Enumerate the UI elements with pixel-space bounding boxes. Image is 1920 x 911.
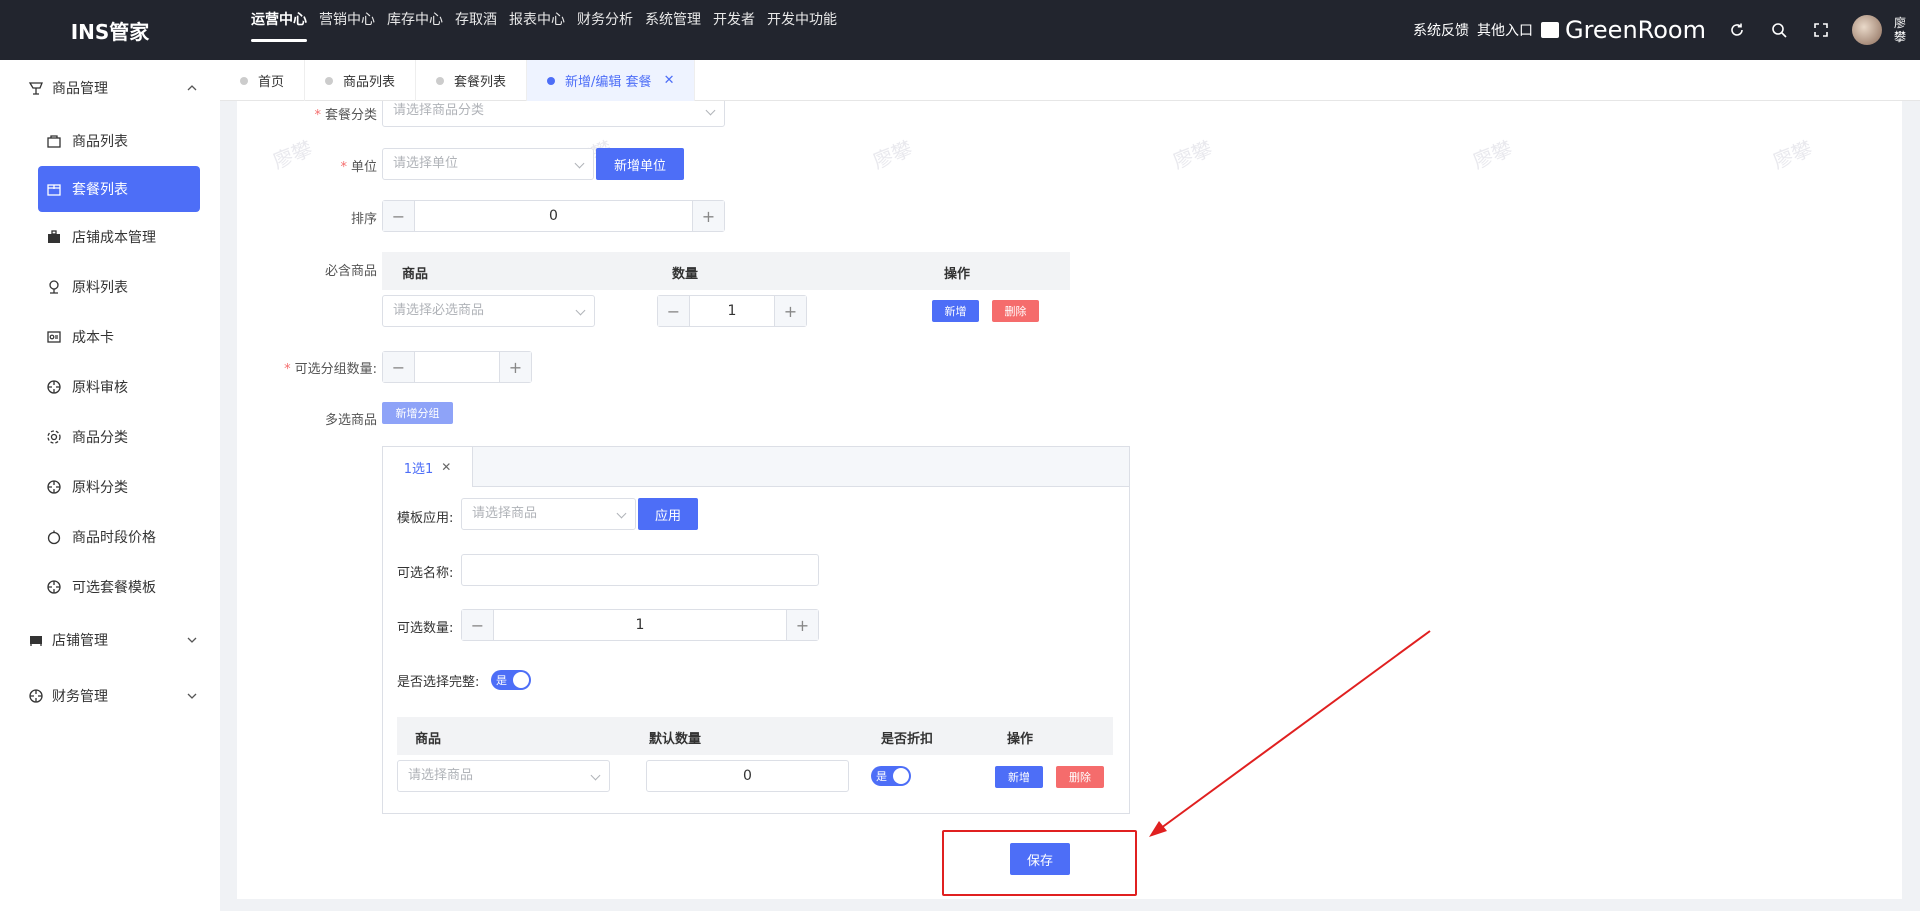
apple-icon bbox=[47, 530, 61, 545]
nav-developer[interactable]: 开发者 bbox=[707, 0, 761, 40]
search-icon[interactable] bbox=[1768, 19, 1790, 41]
chevron-down-icon bbox=[187, 693, 197, 699]
sidebar-item-time-price[interactable]: 商品时段价格 bbox=[0, 512, 220, 562]
sidebar-item-label: 商品列表 bbox=[72, 134, 128, 150]
nav-reports[interactable]: 报表中心 bbox=[503, 0, 571, 40]
sidebar-group-store[interactable]: 店铺管理 bbox=[0, 612, 220, 668]
target-icon bbox=[47, 480, 61, 494]
store-icon bbox=[30, 636, 42, 646]
app-logo[interactable]: INS管家 bbox=[0, 0, 220, 60]
tab-label: 首页 bbox=[258, 75, 285, 90]
sidebar-item-material-category[interactable]: 原料分类 bbox=[0, 462, 220, 512]
sidebar-item-store-cost[interactable]: 店铺成本管理 bbox=[0, 212, 220, 262]
sidebar-item-product-category[interactable]: 商品分类 bbox=[0, 412, 220, 462]
sidebar-item-cost-card[interactable]: 成本卡 bbox=[0, 312, 220, 362]
sidebar-item-label: 店铺成本管理 bbox=[72, 230, 156, 246]
sidebar-item-combo-list[interactable]: 套餐列表 bbox=[38, 166, 200, 212]
chevron-down-icon bbox=[187, 637, 197, 643]
nav-inventory[interactable]: 库存中心 bbox=[381, 0, 449, 40]
sidebar-group-label: 商品管理 bbox=[52, 81, 108, 97]
tab-dot bbox=[240, 76, 248, 85]
target-icon bbox=[47, 380, 61, 394]
form-content: 廖攀 廖攀 廖攀 廖攀 廖攀 廖攀 *套餐分类 请选择商品分类 *单位 请选择单… bbox=[237, 101, 1902, 899]
target-icon bbox=[47, 580, 61, 594]
nav-finance[interactable]: 财务分析 bbox=[571, 0, 639, 40]
tab-combo-list[interactable]: 套餐列表 bbox=[416, 60, 528, 101]
refresh-icon[interactable] bbox=[1726, 19, 1748, 41]
tab-product-list[interactable]: 商品列表 bbox=[305, 60, 417, 101]
tab-label: 商品列表 bbox=[343, 75, 396, 90]
feedback-link[interactable]: 系统反馈 bbox=[1413, 20, 1469, 40]
sidebar-item-label: 成本卡 bbox=[72, 330, 114, 346]
tab-edit-combo[interactable]: 新增/编辑 套餐 ✕ bbox=[527, 60, 696, 101]
tab-label: 套餐列表 bbox=[454, 75, 507, 90]
chevron-up-icon bbox=[187, 85, 197, 91]
package-icon bbox=[47, 184, 61, 196]
tab-dot bbox=[436, 76, 445, 85]
sidebar-item-material-list[interactable]: 原料列表 bbox=[0, 262, 220, 312]
sidebar-item-label: 套餐列表 bbox=[72, 182, 128, 198]
sidebar-item-label: 商品时段价格 bbox=[72, 530, 156, 546]
sidebar: 商品管理 商品列表 套餐列表 店铺成本管理 原料列表 成本卡 原料审核 商品分类… bbox=[0, 60, 220, 911]
avatar[interactable] bbox=[1852, 15, 1882, 45]
nav-in-development[interactable]: 开发中功能 bbox=[761, 0, 843, 40]
sidebar-group-finance[interactable]: 财务管理 bbox=[0, 668, 220, 724]
username[interactable]: 廖攀 bbox=[1894, 16, 1908, 44]
sidebar-item-material-review[interactable]: 原料审核 bbox=[0, 362, 220, 412]
briefcase-icon bbox=[48, 230, 60, 243]
tab-home[interactable]: 首页 bbox=[220, 60, 306, 101]
tabs-bar: 首页 商品列表 套餐列表 新增/编辑 套餐 ✕ bbox=[220, 60, 1920, 101]
sidebar-group-label: 财务管理 bbox=[52, 689, 108, 705]
nav-marketing[interactable]: 营销中心 bbox=[313, 0, 381, 40]
sidebar-item-product-list[interactable]: 商品列表 bbox=[0, 116, 220, 166]
store-selector[interactable]: GreenRoom bbox=[1540, 16, 1706, 44]
nav-system[interactable]: 系统管理 bbox=[639, 0, 707, 40]
nav-wine-storage[interactable]: 存取酒 bbox=[449, 0, 503, 40]
gear-icon bbox=[47, 430, 61, 444]
fullscreen-icon[interactable] bbox=[1810, 19, 1832, 41]
top-nav: 运营中心 营销中心 库存中心 存取酒 报表中心 财务分析 系统管理 开发者 开发… bbox=[245, 0, 843, 60]
annotation-arrow bbox=[1149, 630, 1431, 837]
sidebar-item-label: 原料审核 bbox=[72, 380, 128, 396]
sidebar-group-label: 店铺管理 bbox=[52, 633, 108, 649]
nav-operations[interactable]: 运营中心 bbox=[245, 0, 313, 42]
tab-dot bbox=[325, 76, 334, 85]
bag-icon bbox=[47, 135, 61, 148]
sidebar-item-label: 原料分类 bbox=[72, 480, 128, 496]
sidebar-group-product[interactable]: 商品管理 bbox=[0, 60, 220, 116]
sidebar-item-label: 商品分类 bbox=[72, 430, 128, 446]
sidebar-item-label: 可选套餐模板 bbox=[72, 580, 156, 596]
sidebar-item-label: 原料列表 bbox=[72, 280, 128, 296]
top-right-area: 系统反馈 其他入口 GreenRoom 廖攀 bbox=[1413, 0, 1908, 60]
top-bar: INS管家 运营中心 营销中心 库存中心 存取酒 报表中心 财务分析 系统管理 … bbox=[0, 0, 1920, 60]
material-icon bbox=[49, 280, 59, 294]
shop-icon bbox=[28, 82, 43, 95]
finance-icon bbox=[29, 689, 43, 703]
tab-dot bbox=[547, 76, 556, 85]
card-icon bbox=[47, 331, 61, 343]
tab-label: 新增/编辑 套餐 bbox=[565, 75, 652, 90]
store-icon bbox=[1540, 22, 1559, 38]
sidebar-item-combo-template[interactable]: 可选套餐模板 bbox=[0, 562, 220, 612]
store-name: GreenRoom bbox=[1564, 16, 1706, 44]
close-icon[interactable]: ✕ bbox=[664, 73, 675, 88]
other-entry-link[interactable]: 其他入口 bbox=[1477, 20, 1533, 40]
